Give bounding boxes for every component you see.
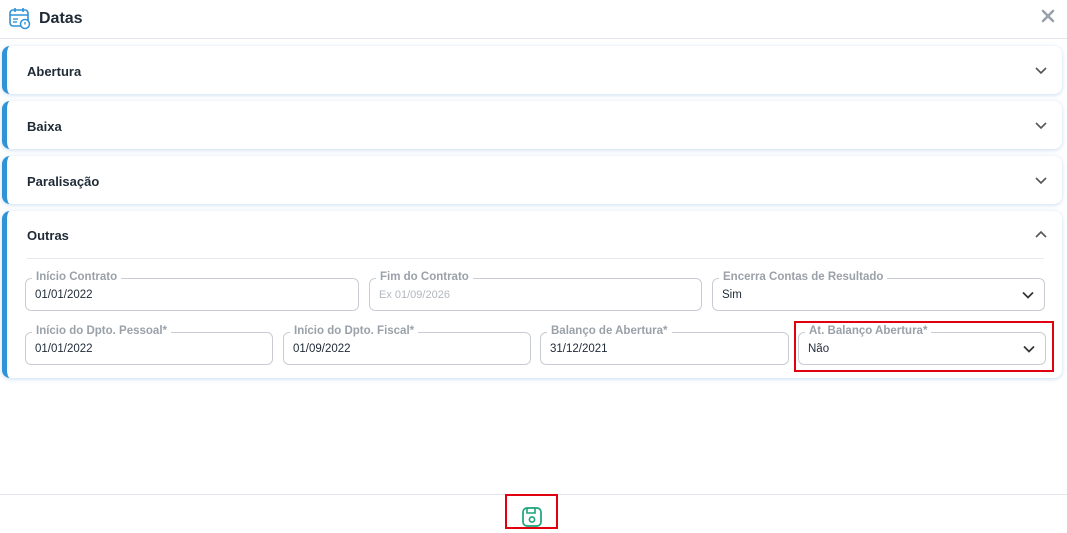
field-value: 31/12/2021 [550, 343, 608, 355]
encerra-contas-select[interactable]: Encerra Contas de Resultado Sim [712, 270, 1045, 311]
field-label: Início Contrato [32, 270, 122, 284]
chevron-down-icon[interactable] [1034, 173, 1048, 187]
field-value: 01/01/2022 [35, 343, 93, 355]
field-label: Fim do Contrato [376, 270, 473, 284]
field-label: Balanço de Abertura* [547, 324, 672, 338]
chevron-up-icon[interactable] [1034, 228, 1048, 242]
balanco-abertura-field[interactable]: Balanço de Abertura* 31/12/2021 [540, 324, 789, 365]
panel-abertura[interactable]: Abertura [2, 46, 1062, 94]
field-placeholder: Ex 01/09/2026 [379, 289, 450, 301]
highlight-at-balanco [794, 321, 1054, 372]
panel-divider [27, 258, 1044, 259]
panel-paralisacao-title: Paralisação [27, 174, 100, 189]
inicio-pessoal-field[interactable]: Início do Dpto. Pessoal* 01/01/2022 [25, 324, 273, 365]
inicio-contrato-field[interactable]: Início Contrato 01/01/2022 [25, 270, 359, 311]
field-value: Sim [722, 289, 742, 301]
close-icon[interactable] [1039, 7, 1057, 25]
panel-paralisacao[interactable]: Paralisação [2, 156, 1062, 204]
panel-abertura-title: Abertura [27, 64, 82, 79]
fim-contrato-field[interactable]: Fim do Contrato Ex 01/09/2026 [369, 270, 702, 311]
dialog-title: Datas [39, 10, 83, 27]
panel-baixa[interactable]: Baixa [2, 101, 1062, 149]
chevron-down-icon[interactable] [1034, 63, 1048, 77]
panel-baixa-title: Baixa [27, 119, 62, 134]
calendar-icon [9, 8, 31, 30]
inicio-fiscal-field[interactable]: Início do Dpto. Fiscal* 01/09/2022 [283, 324, 531, 365]
field-value: 01/01/2022 [35, 289, 93, 301]
panel-outras-title[interactable]: Outras [27, 228, 69, 243]
field-label: Início do Dpto. Fiscal* [290, 324, 419, 338]
chevron-down-icon[interactable] [1021, 288, 1035, 302]
field-label: Encerra Contas de Resultado [719, 270, 888, 284]
field-value: 01/09/2022 [293, 343, 351, 355]
dialog-header: Datas [0, 0, 1067, 39]
chevron-down-icon[interactable] [1034, 118, 1048, 132]
highlight-save [505, 494, 558, 529]
field-label: Início do Dpto. Pessoal* [32, 324, 171, 338]
